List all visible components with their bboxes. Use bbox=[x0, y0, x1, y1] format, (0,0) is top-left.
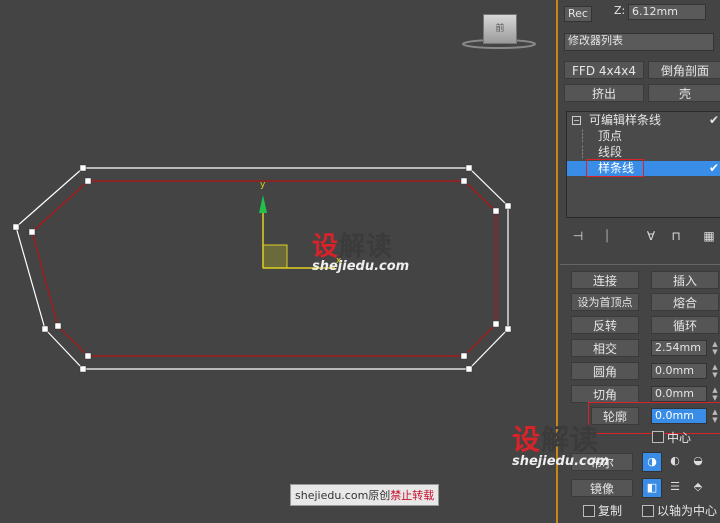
watermark-cn-1: 设 bbox=[312, 232, 340, 262]
watermark-url: shejiedu.com bbox=[312, 259, 410, 274]
intersect-icon[interactable]: ◒ bbox=[688, 452, 708, 472]
chamfer-field[interactable]: 0.0mm bbox=[651, 386, 707, 402]
command-panel: Rec Z: 6.12mm 修改器列表 FFD 4x4x4 倒角剖面 挤出 壳 … bbox=[512, 0, 720, 523]
copy-label: 复制 bbox=[598, 504, 623, 518]
check-icon: ✔ bbox=[709, 161, 720, 175]
make-first-button[interactable]: 设为首顶点 bbox=[571, 293, 639, 311]
insert-button[interactable]: 插入 bbox=[651, 271, 719, 289]
tree-line-icon: ┊ bbox=[579, 129, 587, 143]
crossinsert-spinner[interactable]: ▲ ▼ bbox=[711, 340, 719, 356]
center-checkbox[interactable] bbox=[652, 431, 664, 443]
watermark-panel-cn-2: 解读 bbox=[541, 423, 600, 456]
watermark-panel-url: shejiedu.com bbox=[512, 454, 610, 469]
copy-checkbox[interactable] bbox=[583, 505, 595, 517]
crossinsert-button[interactable]: 相交 bbox=[571, 339, 639, 357]
modifier-list-dropdown[interactable]: 修改器列表 bbox=[564, 33, 714, 51]
stack-item-root[interactable]: − 可编辑样条线 ✔ bbox=[567, 113, 720, 128]
stack-segment-label: 线段 bbox=[598, 145, 623, 159]
crossinsert-field[interactable]: 2.54mm bbox=[651, 340, 707, 356]
make-unique-icon[interactable]: ∀ bbox=[642, 228, 660, 244]
footer-note: shejiedu.com原创禁止转载 bbox=[290, 484, 440, 506]
extrude-button[interactable]: 挤出 bbox=[564, 84, 644, 102]
remove-modifier-icon[interactable]: ⊓ bbox=[667, 228, 685, 244]
name-field-fragment[interactable]: Rec bbox=[564, 6, 592, 22]
rollout-divider bbox=[560, 264, 720, 265]
about-pivot-label: 以轴为中心 bbox=[657, 504, 718, 518]
pin-stack-icon[interactable]: ⊣ bbox=[569, 228, 587, 244]
bevel-profile-button[interactable]: 倒角剖面 bbox=[648, 61, 720, 79]
stack-vertex-label: 顶点 bbox=[598, 129, 623, 143]
axis-y-label: y bbox=[260, 180, 266, 190]
viewcube-label: 前 bbox=[495, 24, 505, 34]
mirror-vertical-icon[interactable]: ☰ bbox=[665, 478, 685, 498]
center-label: 中心 bbox=[667, 431, 692, 445]
fillet-button[interactable]: 圆角 bbox=[571, 362, 639, 380]
watermark-panel-cn-1: 设 bbox=[512, 423, 542, 456]
ffd-button[interactable]: FFD 4x4x4 bbox=[564, 61, 644, 79]
stack-item-segment[interactable]: ┊ 线段 bbox=[567, 145, 720, 160]
watermark-center: 设解读 shejiedu.com bbox=[312, 226, 409, 274]
viewcube[interactable]: 前 bbox=[483, 14, 517, 44]
outer-vertices[interactable] bbox=[12, 164, 512, 373]
z-label: Z: bbox=[614, 4, 626, 17]
subtract-icon[interactable]: ◐ bbox=[665, 452, 685, 472]
connect-button[interactable]: 连接 bbox=[571, 271, 639, 289]
collapse-icon[interactable]: − bbox=[572, 116, 581, 125]
union-icon[interactable]: ◑ bbox=[642, 452, 662, 472]
mirror-button[interactable]: 镜像 bbox=[571, 479, 633, 497]
mirror-both-icon[interactable]: ⬘ bbox=[688, 478, 708, 498]
about-pivot-checkbox[interactable] bbox=[642, 505, 654, 517]
shell-button[interactable]: 壳 bbox=[648, 84, 720, 102]
mirror-horizontal-icon[interactable]: ◧ bbox=[642, 478, 662, 498]
stack-root-label: 可编辑样条线 bbox=[589, 113, 662, 127]
fillet-field[interactable]: 0.0mm bbox=[651, 363, 707, 379]
spline-highlight-box bbox=[586, 159, 644, 177]
watermark-cn-2: 解读 bbox=[339, 232, 394, 262]
reverse-button[interactable]: 反转 bbox=[571, 316, 639, 334]
chamfer-button[interactable]: 切角 bbox=[571, 385, 639, 403]
perspective-viewport[interactable]: y x 前 设解读 shejiedu.com shejiedu.com原创禁止转… bbox=[0, 0, 556, 523]
viewport-canvas[interactable]: y x bbox=[0, 0, 556, 523]
footer-warning: 禁止转载 bbox=[390, 489, 435, 502]
chamfer-spinner[interactable]: ▲ ▼ bbox=[711, 386, 719, 402]
configure-sets-icon[interactable]: ▦ bbox=[700, 228, 718, 244]
footer-prefix: shejiedu.com原创 bbox=[295, 489, 391, 502]
cycle-button[interactable]: 循环 bbox=[651, 316, 719, 334]
z-field[interactable]: 6.12mm bbox=[628, 4, 706, 20]
watermark-panel: 设解读 shejiedu.com bbox=[512, 418, 609, 469]
check-icon: ✔ bbox=[709, 113, 720, 127]
fuse-button[interactable]: 熔合 bbox=[651, 293, 719, 311]
stack-item-vertex[interactable]: ┊ 顶点 bbox=[567, 129, 720, 144]
fillet-spinner[interactable]: ▲ ▼ bbox=[711, 363, 719, 379]
tree-line-icon: ┊ bbox=[579, 145, 587, 159]
outer-spline[interactable] bbox=[15, 167, 509, 370]
show-end-result-icon[interactable]: ⏐ bbox=[598, 228, 616, 244]
